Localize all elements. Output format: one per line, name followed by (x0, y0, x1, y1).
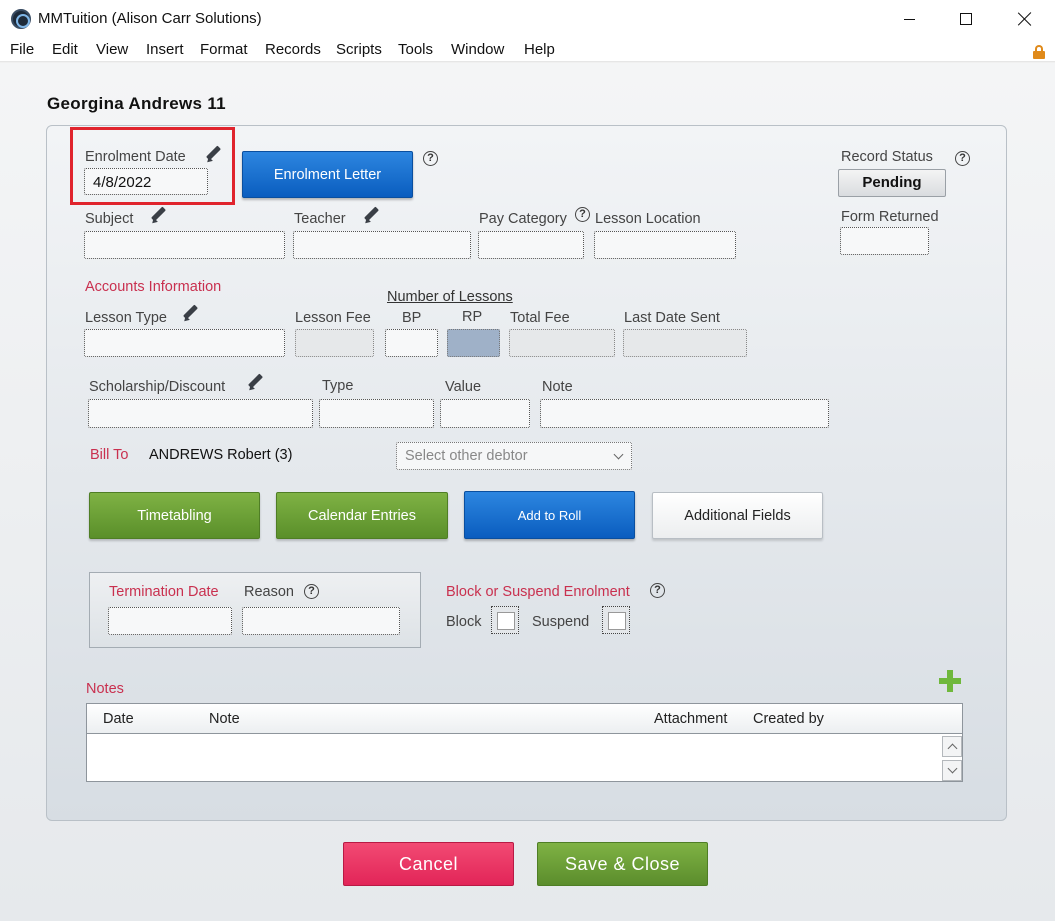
add-to-roll-button[interactable]: Add to Roll (464, 491, 635, 539)
menu-help[interactable]: Help (524, 41, 555, 58)
subject-field[interactable] (84, 231, 285, 259)
enrolment-date-label: Enrolment Date (85, 149, 186, 165)
menu-edit[interactable]: Edit (52, 41, 78, 58)
lesson-fee-field (295, 329, 374, 357)
menu-insert[interactable]: Insert (146, 41, 184, 58)
maximize-button[interactable] (938, 0, 994, 38)
pay-category-label: Pay Category (479, 211, 567, 227)
column-created-by: Created by (753, 711, 824, 727)
value-field[interactable] (440, 399, 530, 428)
menu-file[interactable]: File (10, 41, 34, 58)
scroll-up-button[interactable] (942, 736, 962, 757)
type-field[interactable] (319, 399, 434, 428)
block-label: Block (446, 614, 482, 630)
last-date-sent-field (623, 329, 747, 357)
lock-icon[interactable] (1033, 45, 1045, 59)
scroll-down-button[interactable] (942, 760, 962, 781)
teacher-label: Teacher (294, 211, 346, 227)
menu-bar: File Edit View Insert Format Records Scr… (0, 38, 1055, 62)
reason-label: Reason (244, 584, 294, 600)
column-attachment: Attachment (654, 711, 728, 727)
add-note-plus-icon[interactable] (939, 670, 961, 692)
form-returned-label: Form Returned (841, 209, 939, 225)
app-logo-icon (11, 9, 31, 29)
rp-field[interactable] (447, 329, 500, 357)
edit-scholarship-pencil-icon[interactable] (246, 374, 264, 392)
edit-enrolment-date-pencil-icon[interactable] (204, 146, 222, 164)
notes-table-header: Date Note Attachment Created by (87, 704, 962, 734)
menu-window[interactable]: Window (451, 41, 504, 58)
additional-fields-button[interactable]: Additional Fields (652, 492, 823, 539)
termination-date-label: Termination Date (109, 584, 219, 600)
note-field[interactable] (540, 399, 829, 428)
teacher-field[interactable] (293, 231, 471, 259)
lesson-type-field[interactable] (84, 329, 285, 357)
bp-field[interactable] (385, 329, 438, 357)
reason-help-icon[interactable]: ? (304, 584, 319, 599)
block-checkbox[interactable] (491, 606, 519, 634)
record-status-button[interactable]: Pending (838, 169, 946, 197)
scholarship-field[interactable] (88, 399, 313, 428)
suspend-label: Suspend (532, 614, 590, 630)
pay-category-help-icon[interactable]: ? (575, 207, 590, 222)
pay-category-field[interactable] (478, 231, 584, 259)
notes-heading: Notes (86, 681, 124, 697)
save-close-button[interactable]: Save & Close (537, 842, 708, 886)
type-label: Type (322, 378, 354, 394)
edit-lesson-type-pencil-icon[interactable] (181, 305, 199, 323)
select-other-debtor-dropdown[interactable]: Select other debtor (396, 442, 632, 470)
enrolment-letter-button[interactable]: Enrolment Letter (242, 151, 413, 198)
debtor-placeholder: Select other debtor (405, 448, 528, 464)
menu-view[interactable]: View (96, 41, 128, 58)
cancel-button[interactable]: Cancel (343, 842, 514, 886)
block-suspend-label: Block or Suspend Enrolment (446, 584, 630, 600)
maximize-icon (960, 13, 972, 25)
enrolment-letter-help-icon[interactable]: ? (423, 151, 438, 166)
bill-to-label: Bill To (90, 447, 129, 463)
edit-subject-pencil-icon[interactable] (149, 207, 167, 225)
menu-records[interactable]: Records (265, 41, 321, 58)
number-of-lessons-label: Number of Lessons (387, 289, 513, 305)
lesson-location-field[interactable] (594, 231, 736, 259)
close-button[interactable] (997, 0, 1053, 38)
calendar-entries-button[interactable]: Calendar Entries (276, 492, 448, 539)
minimize-icon (903, 18, 915, 20)
bill-to-value: ANDREWS Robert (3) (149, 447, 293, 463)
rp-label: RP (462, 309, 483, 325)
termination-date-field[interactable] (108, 607, 232, 635)
record-title: Georgina Andrews 11 (47, 94, 226, 113)
scholarship-label: Scholarship/Discount (89, 379, 226, 395)
block-suspend-help-icon[interactable]: ? (650, 583, 665, 598)
value-label: Value (445, 379, 482, 395)
timetabling-button[interactable]: Timetabling (89, 492, 260, 539)
column-note: Note (209, 711, 240, 727)
window-title: MMTuition (Alison Carr Solutions) (38, 10, 262, 27)
edit-teacher-pencil-icon[interactable] (362, 207, 380, 225)
reason-field[interactable] (242, 607, 400, 635)
total-fee-label: Total Fee (510, 310, 570, 326)
note-label: Note (542, 379, 573, 395)
lesson-type-label: Lesson Type (85, 310, 167, 326)
enrolment-date-field[interactable]: 4/8/2022 (84, 168, 208, 195)
total-fee-field (509, 329, 615, 357)
chevron-down-icon (613, 449, 624, 460)
suspend-checkbox[interactable] (602, 606, 630, 634)
last-date-sent-label: Last Date Sent (624, 310, 720, 326)
menu-tools[interactable]: Tools (398, 41, 433, 58)
record-status-help-icon[interactable]: ? (955, 151, 970, 166)
notes-table: Date Note Attachment Created by (86, 703, 963, 782)
bp-label: BP (402, 310, 422, 326)
close-icon (1018, 12, 1032, 26)
lesson-fee-label: Lesson Fee (295, 310, 371, 326)
record-status-label: Record Status (841, 149, 933, 165)
accounts-information-heading: Accounts Information (85, 279, 222, 295)
menu-format[interactable]: Format (200, 41, 248, 58)
lesson-location-label: Lesson Location (595, 211, 701, 227)
subject-label: Subject (85, 211, 134, 227)
menu-scripts[interactable]: Scripts (336, 41, 382, 58)
title-bar: MMTuition (Alison Carr Solutions) (0, 0, 1055, 38)
column-date: Date (103, 711, 134, 727)
minimize-button[interactable] (881, 0, 937, 38)
form-returned-field[interactable] (840, 227, 929, 255)
